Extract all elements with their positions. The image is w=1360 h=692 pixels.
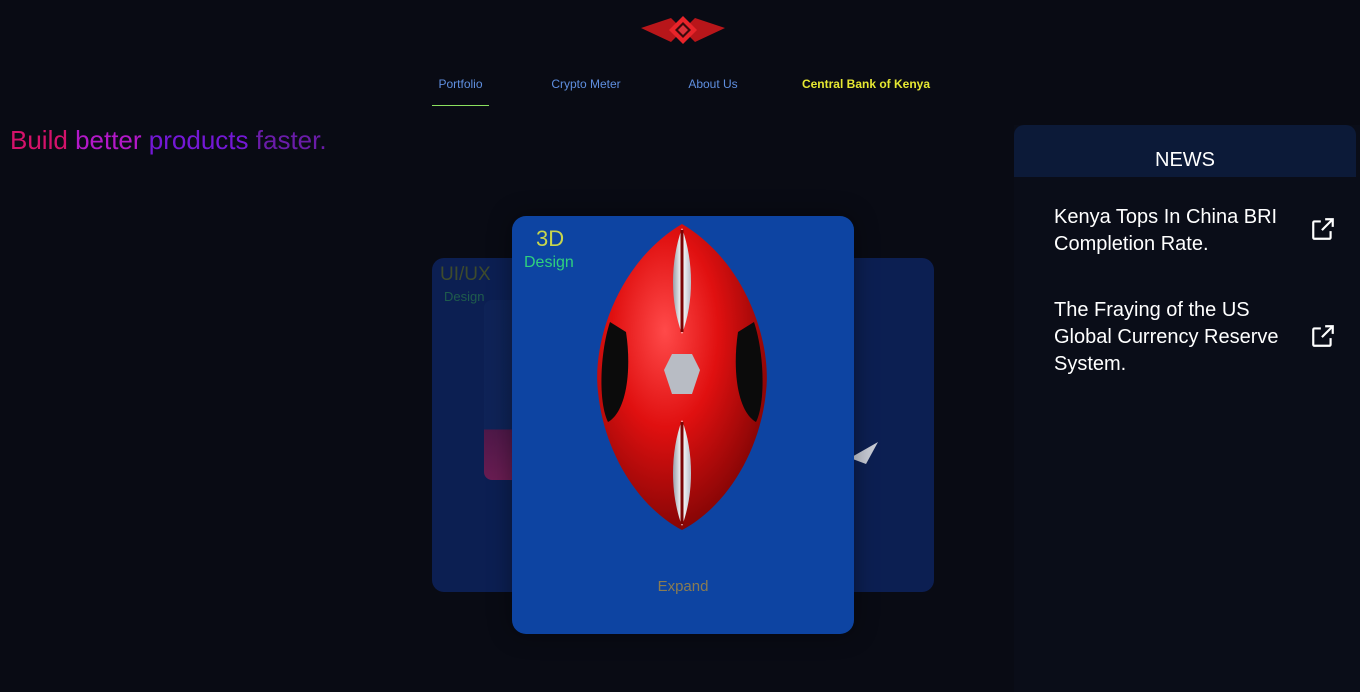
card-subtitle: Design [524, 254, 574, 271]
news-item[interactable]: The Fraying of the US Global Currency Re… [1054, 297, 1344, 378]
news-header: NEWS [1014, 125, 1356, 177]
nav-crypto-meter[interactable]: Crypto Meter [546, 70, 626, 106]
maasai-shield-3d-image [597, 224, 767, 530]
card-subtitle: Design [444, 289, 485, 304]
tagline-word: faster. [255, 125, 327, 155]
site-logo-icon[interactable] [641, 14, 725, 46]
nav-about-us[interactable]: About Us [684, 70, 742, 106]
news-item[interactable]: Kenya Tops In China BRI Completion Rate. [1054, 204, 1344, 258]
external-link-icon[interactable] [1310, 323, 1336, 349]
tagline-word: better [75, 125, 142, 155]
external-link-icon[interactable] [1310, 216, 1336, 242]
main-nav: Portfolio Crypto Meter About Us Central … [0, 70, 1360, 110]
expand-button[interactable]: Expand [512, 578, 854, 595]
news-title[interactable]: The Fraying of the US Global Currency Re… [1054, 297, 1294, 378]
card-title: UI/UX [440, 264, 491, 285]
nav-portfolio[interactable]: Portfolio [432, 70, 489, 106]
news-panel: NEWS Kenya Tops In China BRI Completion … [1014, 125, 1360, 692]
tagline-word: products [148, 125, 249, 155]
tagline-word: Build [10, 125, 68, 155]
hero-tagline: Build better products faster. [10, 124, 327, 156]
card-title: 3D [536, 226, 565, 251]
news-title[interactable]: Kenya Tops In China BRI Completion Rate. [1054, 204, 1294, 258]
nav-central-bank-of-kenya[interactable]: Central Bank of Kenya [800, 70, 932, 106]
